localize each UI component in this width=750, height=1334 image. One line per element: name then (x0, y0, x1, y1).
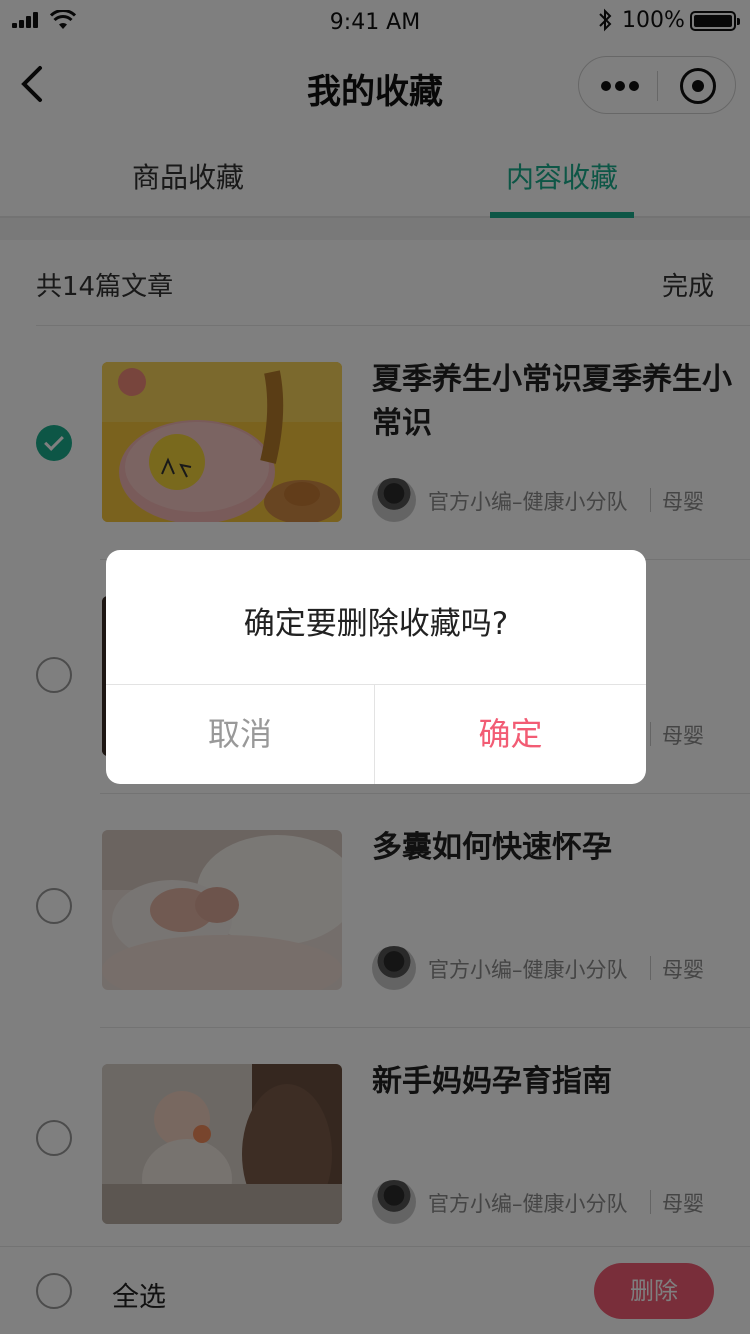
confirm-button[interactable]: 确定 (375, 684, 646, 784)
dialog-message: 确定要删除收藏吗? (243, 606, 509, 642)
confirm-dialog: 确定要删除收藏吗? 取消 确定 (106, 550, 646, 784)
cancel-button[interactable]: 取消 (106, 684, 374, 784)
